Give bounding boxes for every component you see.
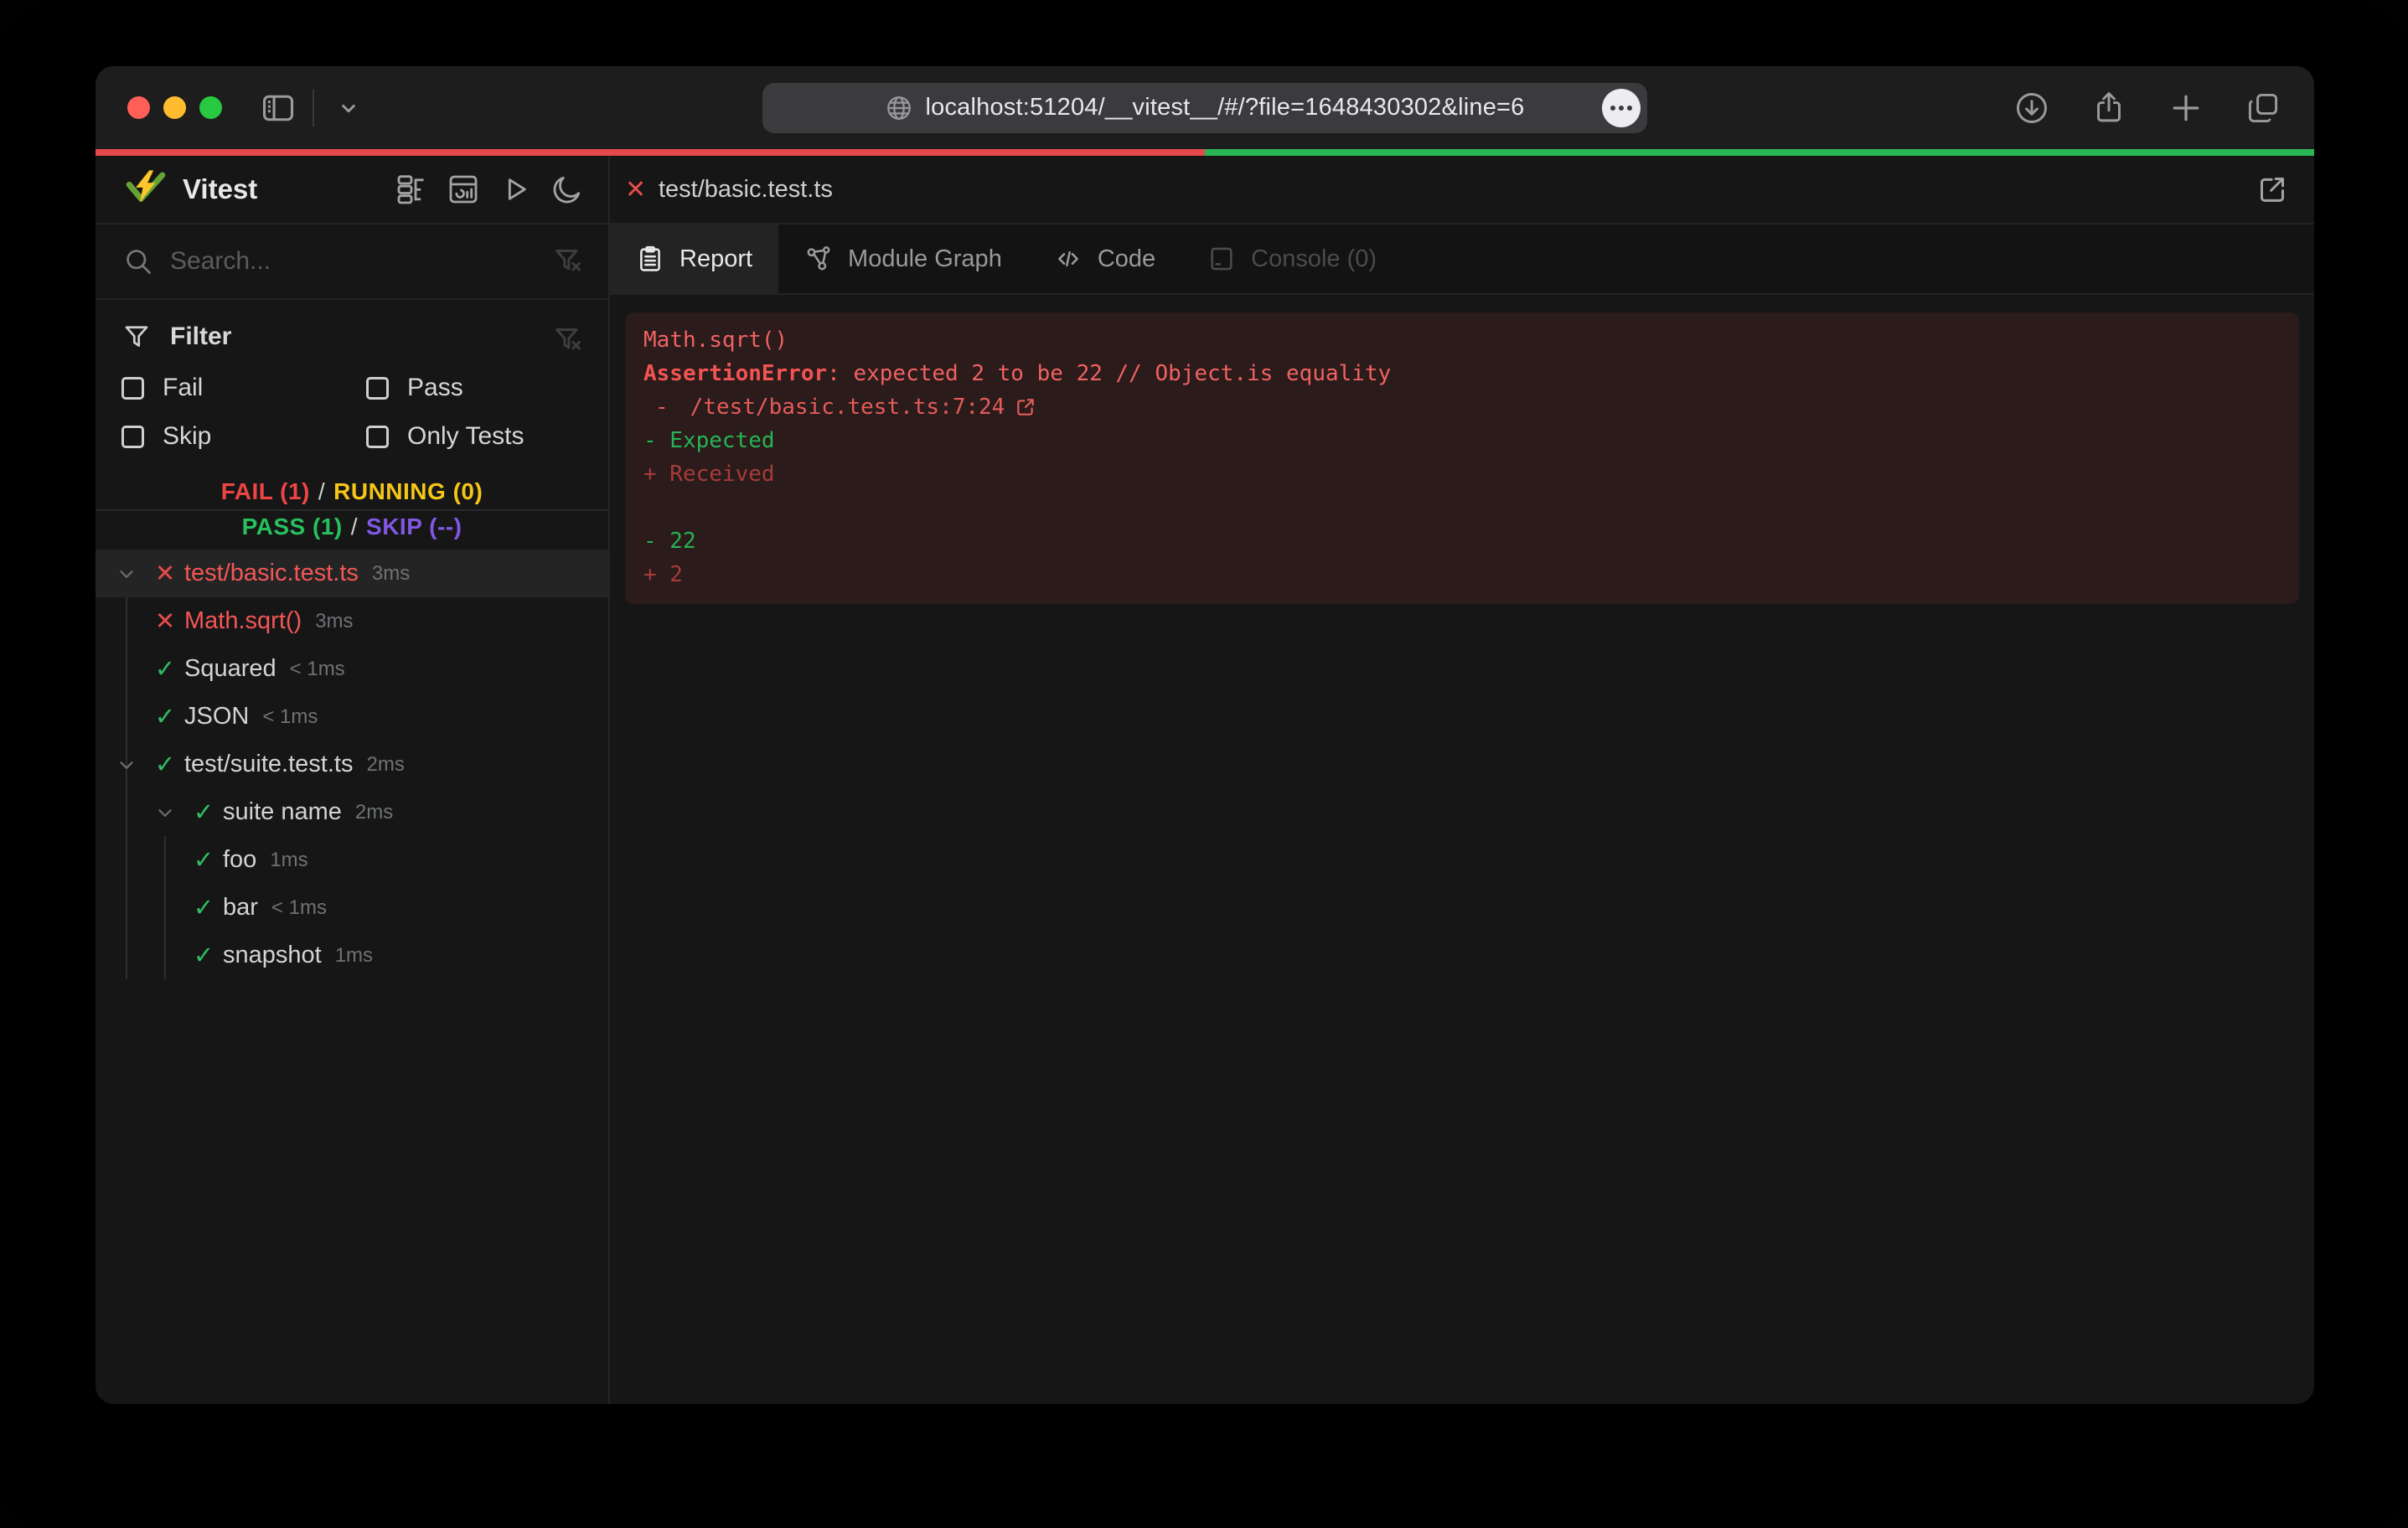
filter-section: Filter Fail Pass xyxy=(96,300,608,469)
report-icon xyxy=(636,245,664,273)
tree-item-file[interactable]: ✓ test/suite.test.ts 2ms xyxy=(96,741,608,788)
chevron-down-icon[interactable] xyxy=(107,754,146,776)
browser-toolbar: localhost:51204/__vitest__/#/?file=16484… xyxy=(96,66,2314,149)
view-tabs: Report Module Graph xyxy=(610,225,2314,295)
filter-checkbox-fail[interactable]: Fail xyxy=(121,374,366,402)
tree-item-test[interactable]: ✓ snapshot 1ms xyxy=(96,932,608,979)
close-window-button[interactable] xyxy=(127,96,150,119)
report-view: Math.sqrt() AssertionError: expected 2 t… xyxy=(610,295,2314,1404)
error-report-panel: Math.sqrt() AssertionError: expected 2 t… xyxy=(625,312,2299,604)
tabs-overview-icon[interactable] xyxy=(2244,89,2282,127)
search-bar xyxy=(96,225,608,300)
running-count: RUNNING (0) xyxy=(333,478,483,504)
pass-icon: ✓ xyxy=(184,893,223,922)
failed-test-name: Math.sqrt() xyxy=(643,323,2281,357)
chevron-down-icon[interactable] xyxy=(146,802,184,823)
pass-icon: ✓ xyxy=(146,750,184,779)
diff-received-value: + 2 xyxy=(643,558,2281,591)
funnel-x-icon[interactable] xyxy=(551,323,585,357)
tab-report[interactable]: Report xyxy=(610,225,778,293)
module-graph-icon xyxy=(804,245,833,273)
blank-line xyxy=(643,491,2281,524)
tree-item-test[interactable]: ✕ Math.sqrt() 3ms xyxy=(96,597,608,645)
console-icon xyxy=(1207,245,1236,273)
filter-title: Filter xyxy=(170,323,231,351)
sidebar: Vitest xyxy=(96,156,610,1404)
filter-checkbox-only-tests[interactable]: Only Tests xyxy=(366,422,585,451)
zoom-window-button[interactable] xyxy=(199,96,222,119)
status-divider xyxy=(96,509,608,511)
assertion-error-line: AssertionError: expected 2 to be 22 // O… xyxy=(643,357,2281,390)
close-file-icon[interactable]: ✕ xyxy=(625,175,659,204)
vitest-logo xyxy=(126,170,166,209)
search-icon xyxy=(123,246,153,276)
toolbar-divider xyxy=(313,90,314,126)
progress-pass-segment xyxy=(1205,149,2314,156)
ellipsis-icon[interactable] xyxy=(1602,89,1641,127)
diff-expected-value: - 22 xyxy=(643,524,2281,558)
plus-icon[interactable] xyxy=(2167,89,2205,127)
globe-icon xyxy=(885,94,913,122)
tree-item-test[interactable]: ✓ Squared < 1ms xyxy=(96,645,608,693)
funnel-x-icon[interactable] xyxy=(551,245,585,278)
pass-icon: ✓ xyxy=(184,845,223,875)
list-tree-icon[interactable] xyxy=(392,170,431,209)
search-input[interactable] xyxy=(170,247,551,276)
fail-count: FAIL (1) xyxy=(221,478,310,504)
external-link-icon[interactable] xyxy=(1015,396,1036,418)
stack-link[interactable]: /test/basic.test.ts:7:24 xyxy=(690,390,1005,424)
tree-item-suite[interactable]: ✓ suite name 2ms xyxy=(96,788,608,836)
checkbox[interactable] xyxy=(366,426,389,448)
test-tree: ✕ test/basic.test.ts 3ms ✕ Math.sqrt() 3… xyxy=(96,550,608,1404)
url-text: localhost:51204/__vitest__/#/?file=16484… xyxy=(925,94,1524,121)
chevron-down-icon[interactable] xyxy=(329,89,368,127)
pass-icon: ✓ xyxy=(184,941,223,970)
tree-item-test[interactable]: ✓ foo 1ms xyxy=(96,836,608,884)
test-progress-bar xyxy=(96,149,2314,156)
test-status-summary: FAIL (1)/RUNNING (0) PASS (1)/SKIP (--) xyxy=(96,469,608,550)
pass-icon: ✓ xyxy=(184,798,223,827)
checkbox[interactable] xyxy=(121,426,144,448)
tree-item-test[interactable]: ✓ bar < 1ms xyxy=(96,884,608,932)
tree-item-file[interactable]: ✕ test/basic.test.ts 3ms xyxy=(96,550,608,597)
code-icon xyxy=(1054,245,1083,273)
dashboard-icon[interactable] xyxy=(444,170,483,209)
sidebar-header: Vitest xyxy=(96,156,608,225)
sidebar-toggle-icon[interactable] xyxy=(259,89,297,127)
address-bar[interactable]: localhost:51204/__vitest__/#/?file=16484… xyxy=(762,83,1647,133)
chevron-down-icon[interactable] xyxy=(107,563,146,585)
tab-module-graph[interactable]: Module Graph xyxy=(778,225,1028,293)
stack-trace-line: -/test/basic.test.ts:7:24 xyxy=(643,390,2281,424)
funnel-icon xyxy=(121,322,152,352)
filter-checkbox-pass[interactable]: Pass xyxy=(366,374,585,402)
browser-window: localhost:51204/__vitest__/#/?file=16484… xyxy=(96,66,2314,1404)
fail-icon: ✕ xyxy=(146,559,184,588)
download-icon[interactable] xyxy=(2013,89,2051,127)
app-title: Vitest xyxy=(183,173,257,205)
tab-code[interactable]: Code xyxy=(1028,225,1181,293)
pass-icon: ✓ xyxy=(146,702,184,731)
moon-icon[interactable] xyxy=(548,170,586,209)
filter-checkbox-skip[interactable]: Skip xyxy=(121,422,366,451)
fail-icon: ✕ xyxy=(146,607,184,636)
main-panel: ✕ test/basic.test.ts xyxy=(610,156,2314,1404)
share-icon[interactable] xyxy=(2090,89,2128,127)
pass-count: PASS (1) xyxy=(242,514,343,539)
pass-icon: ✓ xyxy=(146,654,184,684)
checkbox[interactable] xyxy=(121,377,144,400)
progress-fail-segment xyxy=(96,149,1205,156)
external-link-icon[interactable] xyxy=(2256,173,2289,206)
tree-item-test[interactable]: ✓ JSON < 1ms xyxy=(96,693,608,741)
checkbox[interactable] xyxy=(366,377,389,400)
file-name: test/basic.test.ts xyxy=(659,176,833,204)
skip-count: SKIP (--) xyxy=(366,514,462,539)
file-header: ✕ test/basic.test.ts xyxy=(610,156,2314,225)
run-all-icon[interactable] xyxy=(496,170,535,209)
diff-expected-label: - Expected xyxy=(643,424,2281,457)
traffic-lights xyxy=(96,96,222,119)
tab-console[interactable]: Console (0) xyxy=(1181,225,1403,293)
minimize-window-button[interactable] xyxy=(163,96,186,119)
diff-received-label: + Received xyxy=(643,457,2281,491)
